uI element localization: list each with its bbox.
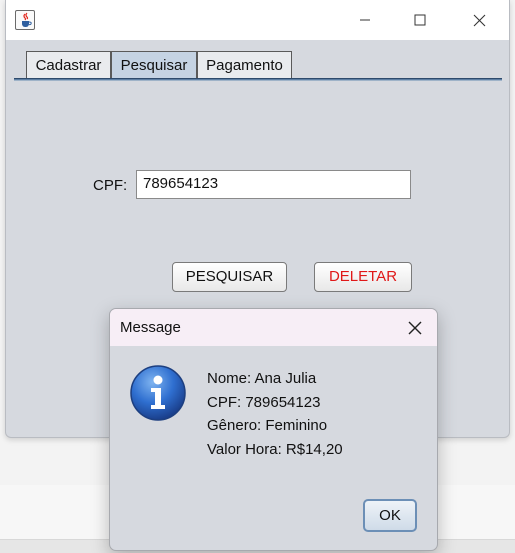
dialog-title: Message [120, 319, 181, 336]
tab-pesquisar[interactable]: Pesquisar [111, 51, 197, 79]
message-line-cpf: CPF: 789654123 [207, 393, 321, 411]
close-icon[interactable] [402, 317, 428, 339]
minimize-icon[interactable] [342, 0, 388, 40]
java-cup-icon [15, 10, 35, 30]
window-titlebar[interactable] [6, 0, 509, 40]
dialog-titlebar[interactable]: Message [110, 309, 437, 346]
message-line-genero: Gênero: Feminino [207, 417, 328, 434]
info-icon [129, 364, 187, 422]
message-dialog: Message Nome: Ana Julia CPF: 789654123 G… [109, 308, 438, 551]
search-button[interactable]: PESQUISAR [172, 262, 287, 292]
tab-cadastrar[interactable]: Cadastrar [26, 51, 111, 79]
tab-pagamento[interactable]: Pagamento [197, 51, 292, 79]
cpf-input[interactable]: 789654123 [136, 170, 411, 199]
maximize-icon[interactable] [397, 0, 443, 40]
cpf-label: CPF: [93, 177, 128, 194]
message-line-valor-hora: Valor Hora: R$14,20 [207, 440, 343, 458]
close-icon[interactable] [456, 0, 502, 40]
ok-button[interactable]: OK [363, 499, 417, 532]
message-line-nome: Nome: Ana Julia [207, 370, 317, 387]
tab-underline [14, 78, 502, 81]
message-body: Nome: Ana Julia CPF: 789654123 Gênero: F… [207, 367, 343, 461]
delete-button[interactable]: DELETAR [314, 262, 412, 292]
